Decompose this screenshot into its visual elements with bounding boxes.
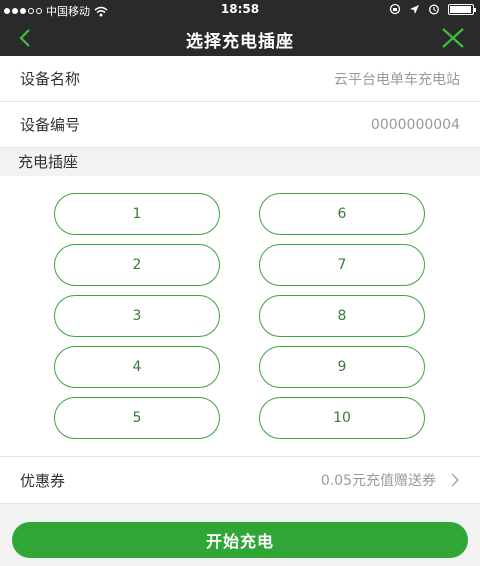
socket-section-header: 充电插座: [0, 148, 480, 176]
device-number-value: 0000000004: [370, 116, 460, 133]
socket-button-4[interactable]: 4: [54, 346, 220, 388]
status-bar: 中国移动 18:58: [0, 0, 480, 20]
socket-button-1[interactable]: 1: [54, 193, 220, 235]
socket-button-10[interactable]: 10: [259, 397, 425, 439]
device-name-value: 云平台电单车充电站: [334, 71, 460, 88]
device-name-label: 设备名称: [20, 70, 81, 88]
socket-button-3[interactable]: 3: [54, 295, 220, 337]
socket-button-8[interactable]: 8: [259, 295, 425, 337]
start-charging-button[interactable]: 开始充电: [12, 522, 468, 558]
socket-button-2[interactable]: 2: [54, 244, 220, 286]
close-icon[interactable]: [440, 26, 466, 50]
device-number-row: 设备编号 0000000004: [0, 102, 480, 148]
status-right: [389, 3, 476, 15]
nav-bar: 选择充电插座: [0, 20, 480, 56]
socket-button-9[interactable]: 9: [259, 346, 425, 388]
socket-button-5[interactable]: 5: [54, 397, 220, 439]
socket-grid: 1 6 2 7 3 8 4 9 5 10: [0, 176, 480, 456]
battery-icon: [448, 3, 476, 15]
socket-button-7[interactable]: 7: [259, 244, 425, 286]
socket-button-6[interactable]: 6: [259, 193, 425, 235]
coupon-row[interactable]: 优惠券 0.05元充值赠送券: [0, 456, 480, 504]
coupon-value: 0.05元充值赠送券: [320, 473, 436, 489]
rotation-lock-icon: [389, 3, 401, 15]
device-name-row: 设备名称 云平台电单车充电站: [0, 56, 480, 102]
coupon-selector[interactable]: 0.05元充值赠送券: [321, 470, 460, 490]
coupon-label: 优惠券: [20, 471, 66, 490]
battery-level: [450, 5, 471, 13]
chevron-right-icon: [451, 473, 460, 487]
location-icon: [410, 4, 419, 14]
device-number-label: 设备编号: [20, 116, 81, 134]
page-title: 选择充电插座: [186, 32, 294, 52]
alarm-icon: [429, 4, 439, 15]
